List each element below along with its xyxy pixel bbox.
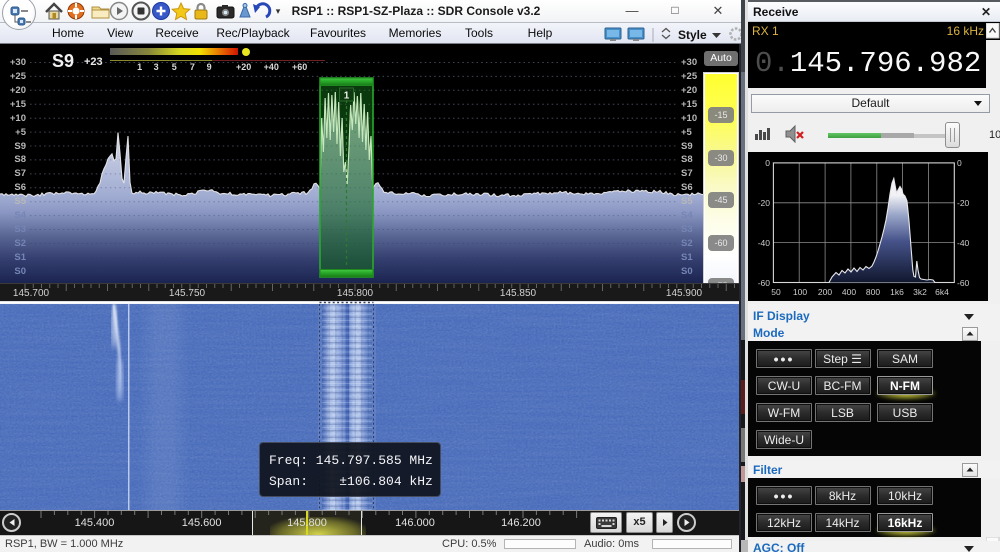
svg-text:Style: Style	[678, 28, 707, 42]
svg-text:1: 1	[344, 91, 350, 102]
